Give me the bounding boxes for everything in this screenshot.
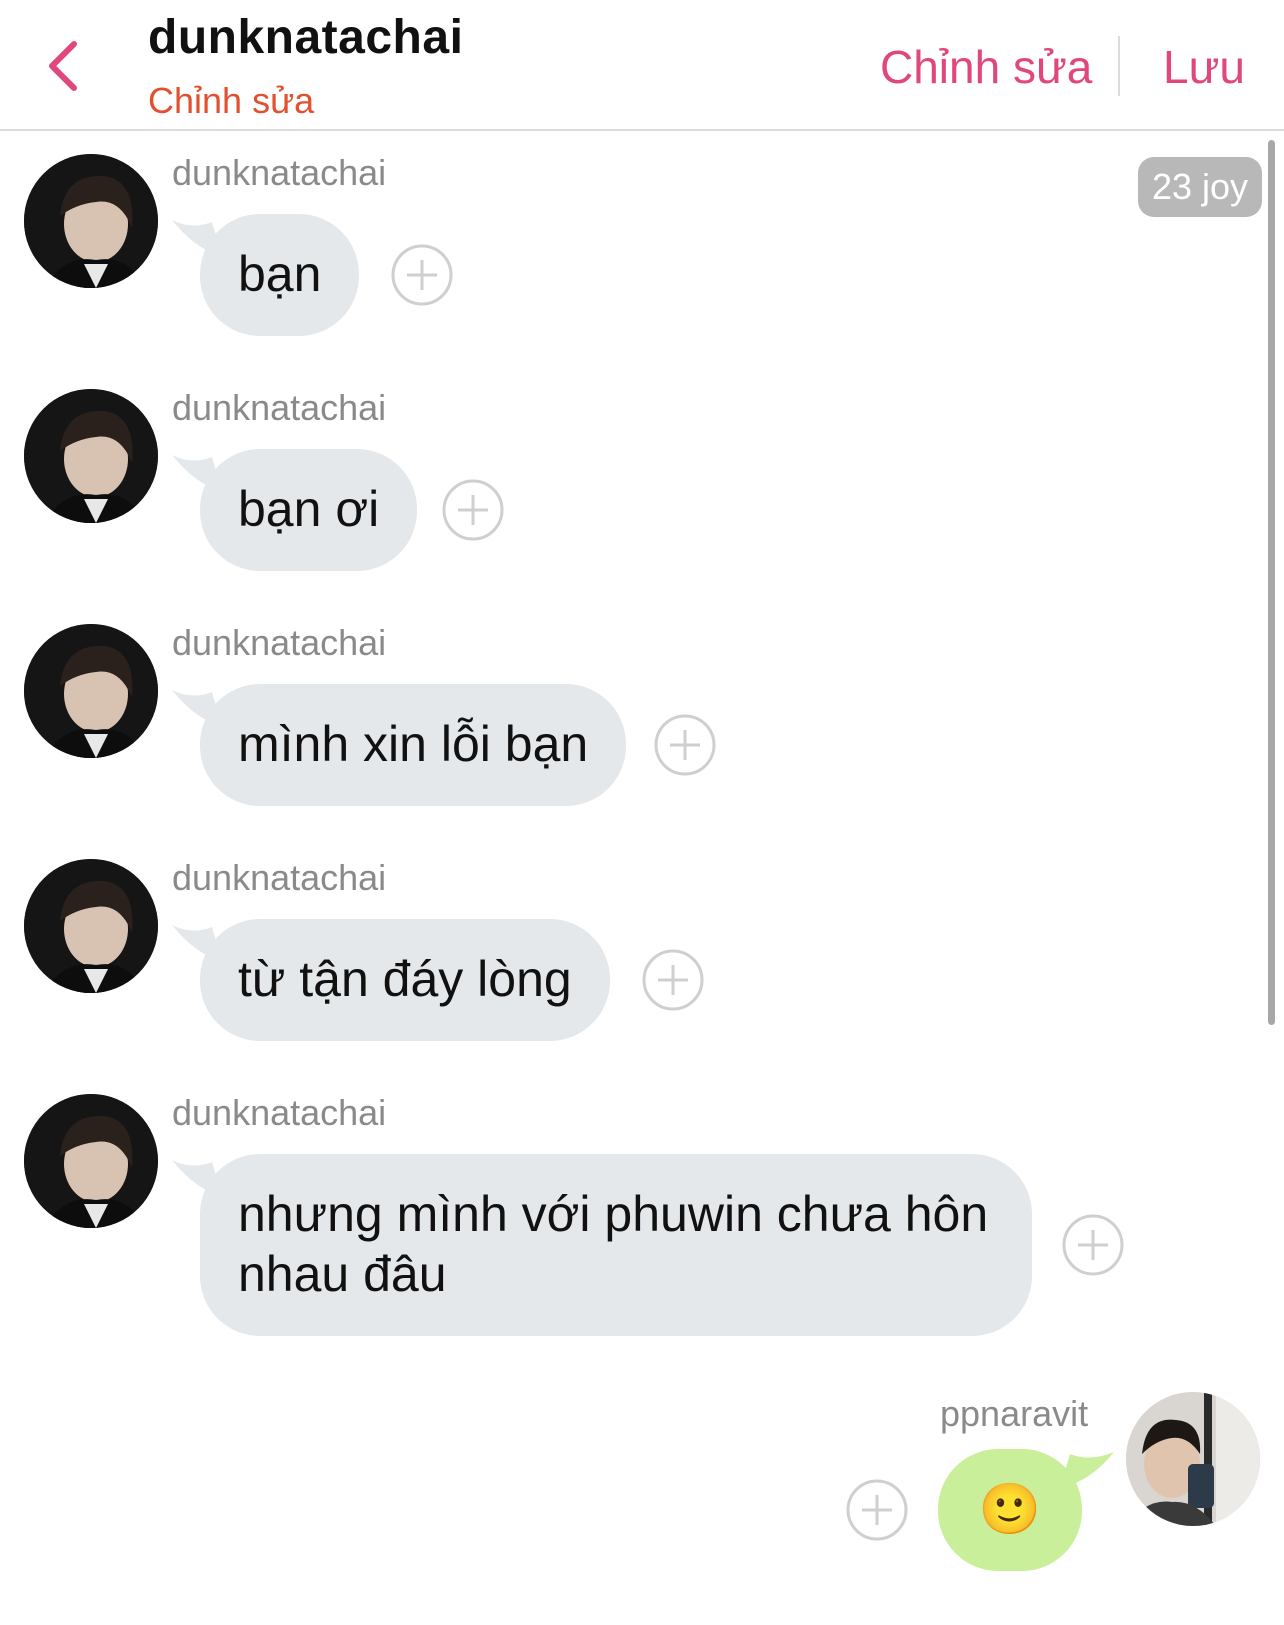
add-reaction-icon [1062, 1214, 1124, 1276]
avatar[interactable] [24, 154, 158, 288]
add-reaction-button[interactable] [391, 244, 453, 306]
add-reaction-button[interactable] [846, 1479, 908, 1541]
avatar[interactable] [24, 859, 158, 993]
message-bubble-emoji[interactable]: 🙂 [938, 1449, 1082, 1571]
message-bubble[interactable]: nhưng mình với phuwin chưa hôn nhau đâu [200, 1154, 1032, 1336]
sender-name: dunknatachai [172, 622, 387, 663]
add-reaction-button[interactable] [1062, 1214, 1124, 1276]
add-reaction-icon [391, 244, 453, 306]
back-button[interactable] [44, 38, 84, 94]
message-bubble[interactable]: từ tận đáy lòng [200, 919, 610, 1041]
sender-name: dunknatachai [172, 857, 387, 898]
edit-button[interactable]: Chỉnh sửa [880, 40, 1092, 94]
message-bubble[interactable]: bạn ơi [200, 449, 418, 571]
add-reaction-icon [654, 714, 716, 776]
message-bubble[interactable]: mình xin lỗi bạn [200, 684, 627, 806]
add-reaction-button[interactable] [654, 714, 716, 776]
add-reaction-icon [442, 479, 504, 541]
chat-title: dunknatachai [148, 11, 464, 64]
message-bubble[interactable]: bạn [200, 214, 360, 336]
date-badge: 23 joy [1138, 157, 1262, 217]
sender-name: dunknatachai [172, 152, 387, 193]
avatar[interactable] [24, 1094, 158, 1228]
add-reaction-button[interactable] [642, 949, 704, 1011]
sender-name: dunknatachai [172, 387, 387, 428]
avatar[interactable] [1126, 1392, 1260, 1526]
sender-name: dunknatachai [172, 1092, 387, 1133]
chat-subtitle[interactable]: Chỉnh sửa [148, 80, 314, 122]
chevron-left-icon [49, 41, 77, 91]
avatar[interactable] [24, 389, 158, 523]
add-reaction-icon [642, 949, 704, 1011]
add-reaction-icon [846, 1479, 908, 1541]
header-divider [1118, 36, 1120, 96]
chat-header: dunknatachai Chỉnh sửa Chỉnh sửa Lưu [0, 0, 1284, 131]
scrollbar[interactable] [1268, 140, 1275, 1025]
sender-name: ppnaravit [940, 1393, 1089, 1434]
add-reaction-button[interactable] [442, 479, 504, 541]
avatar[interactable] [24, 624, 158, 758]
save-button[interactable]: Lưu [1163, 40, 1245, 94]
